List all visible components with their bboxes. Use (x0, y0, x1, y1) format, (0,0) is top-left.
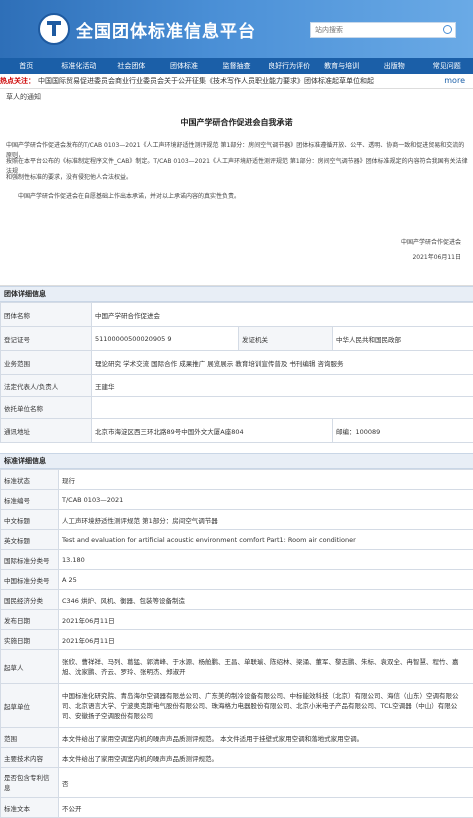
nav-item-inspection[interactable]: 监督抽查 (210, 58, 263, 74)
nav-item-standards[interactable]: 团体标准 (158, 58, 211, 74)
standard-section-title: 标准详细信息 (0, 453, 473, 469)
standard-text-value: 不公开 (59, 798, 473, 818)
site-logo-icon[interactable] (38, 13, 70, 45)
commitment-paragraph-line: 和强制性标准的要求，没有侵犯他人合法权益。 (6, 173, 468, 183)
site-title[interactable]: 全国团体标准信息平台 (76, 17, 256, 42)
hot-news-bar: 热点关注： 中国国际贸易促进委员会商业行业委员会关于公开征集《技术写作人员职业能… (0, 74, 473, 89)
address-value: 北京市海淀区西三环北路89号中国外文大厦A座804 (92, 419, 333, 443)
group-section-title: 团体详细信息 (0, 286, 473, 302)
hot-label: 热点关注： (0, 74, 35, 88)
drafting-units-value: 中国标准化研究院、青岛海尔空调器有限总公司、广东美的制冷设备有限公司、中标能效科… (59, 684, 473, 728)
std-publish-date-label: 发布日期 (1, 610, 59, 630)
support-unit-label: 依托单位名称 (1, 397, 92, 419)
support-unit-value (92, 397, 473, 419)
address-label: 通讯地址 (1, 419, 92, 443)
scope-label: 业务范围 (1, 351, 92, 375)
postcode-label: 邮编： (336, 428, 356, 436)
nav-item-evaluation[interactable]: 良好行为评价 (263, 58, 316, 74)
std-economy-value: C346 烘炉、风机、衡器、包装等设备制造 (59, 590, 473, 610)
hot-news-link[interactable]: 中国国际贸易促进委员会商业行业委员会关于公开征集《技术写作人员职业能力要求》团体… (38, 74, 374, 88)
standard-info-table: 标准状态现行 标准编号T/CAB 0103—2021 中文标题人工声环境舒适性测… (0, 469, 473, 818)
nav-item-training[interactable]: 教育与培训 (315, 58, 368, 74)
patent-value: 否 (59, 768, 473, 798)
nav-item-home[interactable]: 首页 (0, 58, 53, 74)
standard-text-label: 标准文本 (1, 798, 59, 818)
site-header: 全国团体标准信息平台 (0, 0, 473, 58)
std-number-value: T/CAB 0103—2021 (59, 490, 473, 510)
nav-item-activities[interactable]: 标准化活动 (53, 58, 106, 74)
representative-label: 法定代表人/负责人 (1, 375, 92, 397)
notice-suffix-text: 草人的通知 (6, 92, 41, 102)
search-icon[interactable] (443, 25, 452, 34)
reg-no-label: 登记证号 (1, 327, 92, 351)
std-en-title-label: 英文标题 (1, 530, 59, 550)
scope-of-standard-label: 范围 (1, 728, 59, 748)
postcode-cell: 邮编：100089 (333, 419, 473, 443)
std-ccs-label: 中国标准分类号 (1, 570, 59, 590)
drafters-label: 起草人 (1, 650, 59, 684)
commitment-paragraph: 中国产学研合作促进会在自愿基础上作出本承诺，并对以上承诺内容的真实性负责。 (6, 192, 468, 202)
authority-value: 中华人民共和国民政部 (333, 327, 473, 351)
drafters-value: 张欣、曹祥祥、马列、葛猛、郭清峰、于水源、杨舱鹏、王昌、单联瑜、陈绍林、梁涌、董… (59, 650, 473, 684)
nav-item-publications[interactable]: 出版物 (368, 58, 421, 74)
std-effective-date-label: 实施日期 (1, 630, 59, 650)
more-link[interactable]: more (440, 74, 465, 88)
representative-value: 王建华 (92, 375, 473, 397)
scope-value: 理论研究 学术交流 国际合作 成果推广 展览展示 教育培训宣传普及 书刊编辑 咨… (92, 351, 473, 375)
scope-of-standard-value: 本文件给出了家用空调室内机的噪声声品质测评规范。 本文件适用于挂壁式家用空调和落… (59, 728, 473, 748)
commitment-title: 中国产学研合作促进会自我承诺 (0, 117, 473, 128)
signature-date: 2021年06月11日 (412, 252, 461, 261)
std-status-value: 现行 (59, 470, 473, 490)
std-cn-title-label: 中文标题 (1, 510, 59, 530)
group-info-table: 团体名称 中国产学研合作促进会 登记证号 51100000500020905 9… (0, 302, 473, 443)
main-content-label: 主要技术内容 (1, 748, 59, 768)
signature-org: 中国产学研合作促进会 (401, 237, 461, 246)
drafting-units-label: 起草单位 (1, 684, 59, 728)
std-ccs-value: A 25 (59, 570, 473, 590)
std-cn-title-value: 人工声环境舒适性测评规范 第1部分：房间空气调节器 (59, 510, 473, 530)
main-content-value: 本文件给出了家用空调室内机的噪声声品质测评规范。 (59, 748, 473, 768)
postcode-value: 100089 (356, 428, 381, 436)
group-name-value: 中国产学研合作促进会 (92, 303, 473, 327)
std-en-title-value: Test and evaluation for artificial acous… (59, 530, 473, 550)
std-number-label: 标准编号 (1, 490, 59, 510)
search-input[interactable] (311, 23, 443, 37)
patent-label: 是否包含专利信息 (1, 768, 59, 798)
std-ics-label: 国际标准分类号 (1, 550, 59, 570)
std-effective-date-value: 2021年06月11日 (59, 630, 473, 650)
std-ics-value: 13.180 (59, 550, 473, 570)
main-nav: 首页 标准化活动 社会团体 团体标准 监督抽查 良好行为评价 教育与培训 出版物… (0, 58, 473, 74)
group-name-label: 团体名称 (1, 303, 92, 327)
search-box[interactable] (310, 22, 456, 38)
std-economy-label: 国民经济分类 (1, 590, 59, 610)
nav-item-groups[interactable]: 社会团体 (105, 58, 158, 74)
std-status-label: 标准状态 (1, 470, 59, 490)
nav-item-faq[interactable]: 常见问题 (421, 58, 473, 74)
std-publish-date-value: 2021年06月11日 (59, 610, 473, 630)
commitment-notice: 草人的通知 中国产学研合作促进会自我承诺 中国产学研合作促进会发布的T/CAB … (0, 89, 473, 286)
reg-no-value: 51100000500020905 9 (92, 327, 239, 351)
authority-label: 发证机关 (239, 327, 333, 351)
